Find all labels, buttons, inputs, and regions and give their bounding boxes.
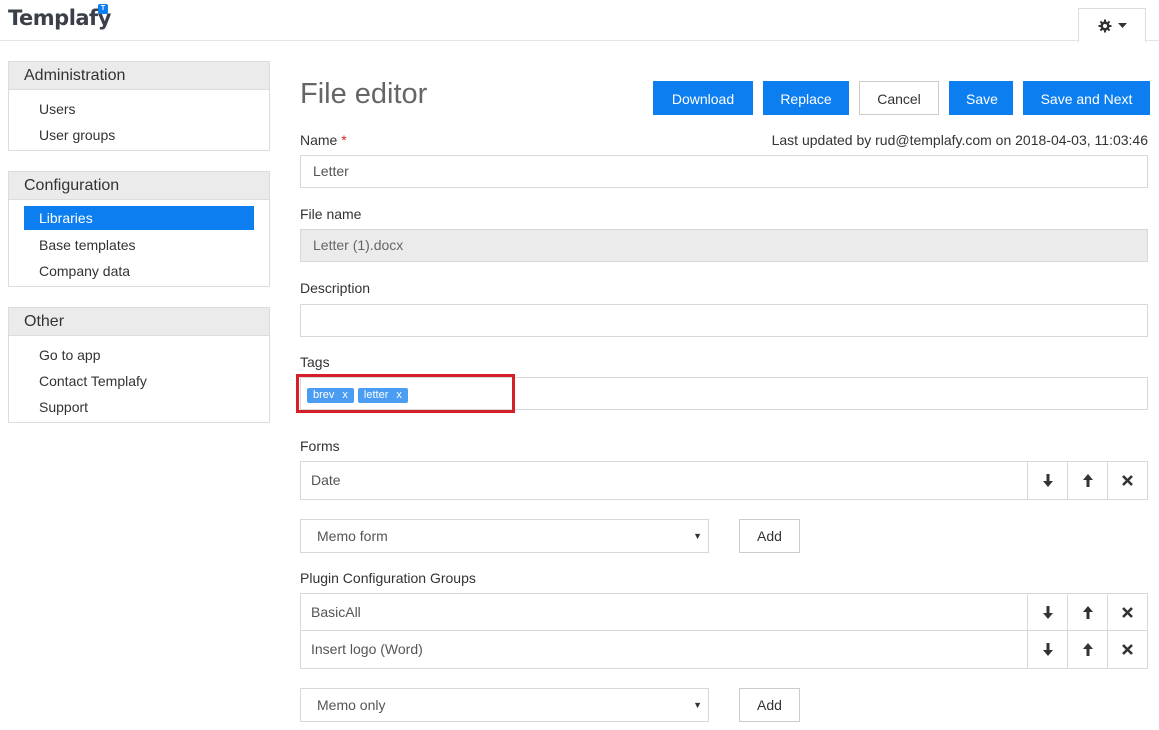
arrow-down-icon bbox=[1042, 643, 1053, 656]
tag-label: brev bbox=[313, 389, 335, 401]
move-down-button[interactable] bbox=[1027, 462, 1067, 499]
sidebar-item-libraries[interactable]: Libraries bbox=[24, 206, 254, 230]
arrow-down-icon bbox=[1042, 605, 1053, 619]
arrow-up-icon bbox=[1082, 474, 1093, 487]
move-down-button[interactable] bbox=[1027, 631, 1067, 668]
caret-down-icon: ▼ bbox=[693, 531, 702, 541]
description-input[interactable] bbox=[300, 304, 1148, 337]
panel-title-configuration: Configuration bbox=[9, 172, 269, 200]
remove-button[interactable] bbox=[1107, 631, 1147, 668]
add-plugin-group-button[interactable]: Add bbox=[739, 688, 800, 722]
arrow-down-icon bbox=[1042, 474, 1053, 487]
sidebar-panel-administration: Administration Users User groups bbox=[8, 61, 270, 151]
description-label: Description bbox=[300, 280, 371, 296]
save-and-next-button[interactable]: Save and Next bbox=[1023, 81, 1150, 115]
page-title: File editor bbox=[300, 78, 428, 110]
sidebar-item-go-to-app[interactable]: Go to app bbox=[24, 342, 254, 368]
panel-title-other: Other bbox=[9, 308, 269, 336]
sidebar-panel-other: Other Go to app Contact Templafy Support bbox=[8, 307, 270, 423]
move-down-button[interactable] bbox=[1027, 594, 1067, 630]
download-button[interactable]: Download bbox=[653, 81, 753, 115]
file-name-field: Letter (1).docx bbox=[300, 229, 1148, 262]
caret-down-icon bbox=[1117, 22, 1127, 29]
tags-input[interactable]: brev x letter x bbox=[300, 377, 1148, 410]
tag-chip: letter x bbox=[357, 388, 408, 403]
forms-list: Date bbox=[300, 461, 1148, 500]
cancel-button[interactable]: Cancel bbox=[859, 81, 939, 115]
forms-select[interactable]: Memo form ▼ bbox=[300, 519, 709, 553]
panel-title-administration: Administration bbox=[9, 62, 269, 90]
gear-icon bbox=[1098, 19, 1112, 33]
settings-menu-button[interactable] bbox=[1078, 8, 1146, 42]
templafy-logo[interactable]: Templafy bbox=[8, 6, 111, 30]
list-item: BasicAll bbox=[301, 594, 1147, 631]
plugin-groups-label: Plugin Configuration Groups bbox=[300, 570, 476, 586]
sidebar-item-company-data[interactable]: Company data bbox=[24, 258, 254, 284]
list-item: Date bbox=[301, 462, 1147, 499]
logo-badge: T bbox=[98, 4, 108, 14]
tag-chip: brev x bbox=[307, 388, 354, 403]
close-icon bbox=[1122, 644, 1133, 655]
plugin-group-label: Insert logo (Word) bbox=[311, 641, 423, 657]
forms-label: Forms bbox=[300, 438, 340, 454]
close-icon bbox=[1122, 475, 1133, 486]
toolbar: Download Replace Cancel Save Save and Ne… bbox=[653, 81, 1150, 115]
plugin-group-label: BasicAll bbox=[311, 604, 361, 620]
tag-remove-icon[interactable]: x bbox=[342, 389, 348, 401]
tag-label: letter bbox=[363, 389, 389, 401]
tag-remove-icon[interactable]: x bbox=[396, 389, 402, 401]
sidebar-panel-configuration: Configuration Libraries Base templates C… bbox=[8, 171, 270, 287]
save-button[interactable]: Save bbox=[949, 81, 1013, 115]
last-updated-text: Last updated by rud@templafy.com on 2018… bbox=[771, 132, 1148, 148]
arrow-up-icon bbox=[1082, 643, 1093, 656]
file-name-label: File name bbox=[300, 206, 362, 222]
name-input[interactable]: Letter bbox=[300, 155, 1148, 188]
remove-button[interactable] bbox=[1107, 462, 1147, 499]
list-item: Insert logo (Word) bbox=[301, 631, 1147, 668]
remove-button[interactable] bbox=[1107, 594, 1147, 630]
required-mark: * bbox=[341, 132, 347, 148]
sidebar-item-users[interactable]: Users bbox=[24, 96, 254, 122]
close-icon bbox=[1122, 606, 1133, 618]
top-bar: Templafy T bbox=[0, 0, 1159, 42]
move-up-button[interactable] bbox=[1067, 462, 1107, 499]
plugin-groups-select[interactable]: Memo only ▼ bbox=[300, 688, 709, 722]
sidebar-item-contact-templafy[interactable]: Contact Templafy bbox=[24, 368, 254, 394]
sidebar-item-user-groups[interactable]: User groups bbox=[24, 122, 254, 148]
caret-down-icon: ▼ bbox=[693, 700, 702, 710]
form-item-label: Date bbox=[311, 472, 341, 488]
add-form-button[interactable]: Add bbox=[739, 519, 800, 553]
replace-button[interactable]: Replace bbox=[763, 81, 849, 115]
move-up-button[interactable] bbox=[1067, 594, 1107, 630]
arrow-up-icon bbox=[1082, 605, 1093, 619]
name-label: Name * bbox=[300, 132, 347, 148]
sidebar-item-base-templates[interactable]: Base templates bbox=[24, 232, 254, 258]
sidebar-item-support[interactable]: Support bbox=[24, 394, 254, 420]
tags-label: Tags bbox=[300, 354, 330, 370]
plugin-groups-list: BasicAll Insert logo (Word) bbox=[300, 593, 1148, 669]
move-up-button[interactable] bbox=[1067, 631, 1107, 668]
forms-select-value: Memo form bbox=[317, 528, 388, 544]
name-label-text: Name bbox=[300, 132, 338, 148]
plugin-groups-select-value: Memo only bbox=[317, 697, 386, 713]
